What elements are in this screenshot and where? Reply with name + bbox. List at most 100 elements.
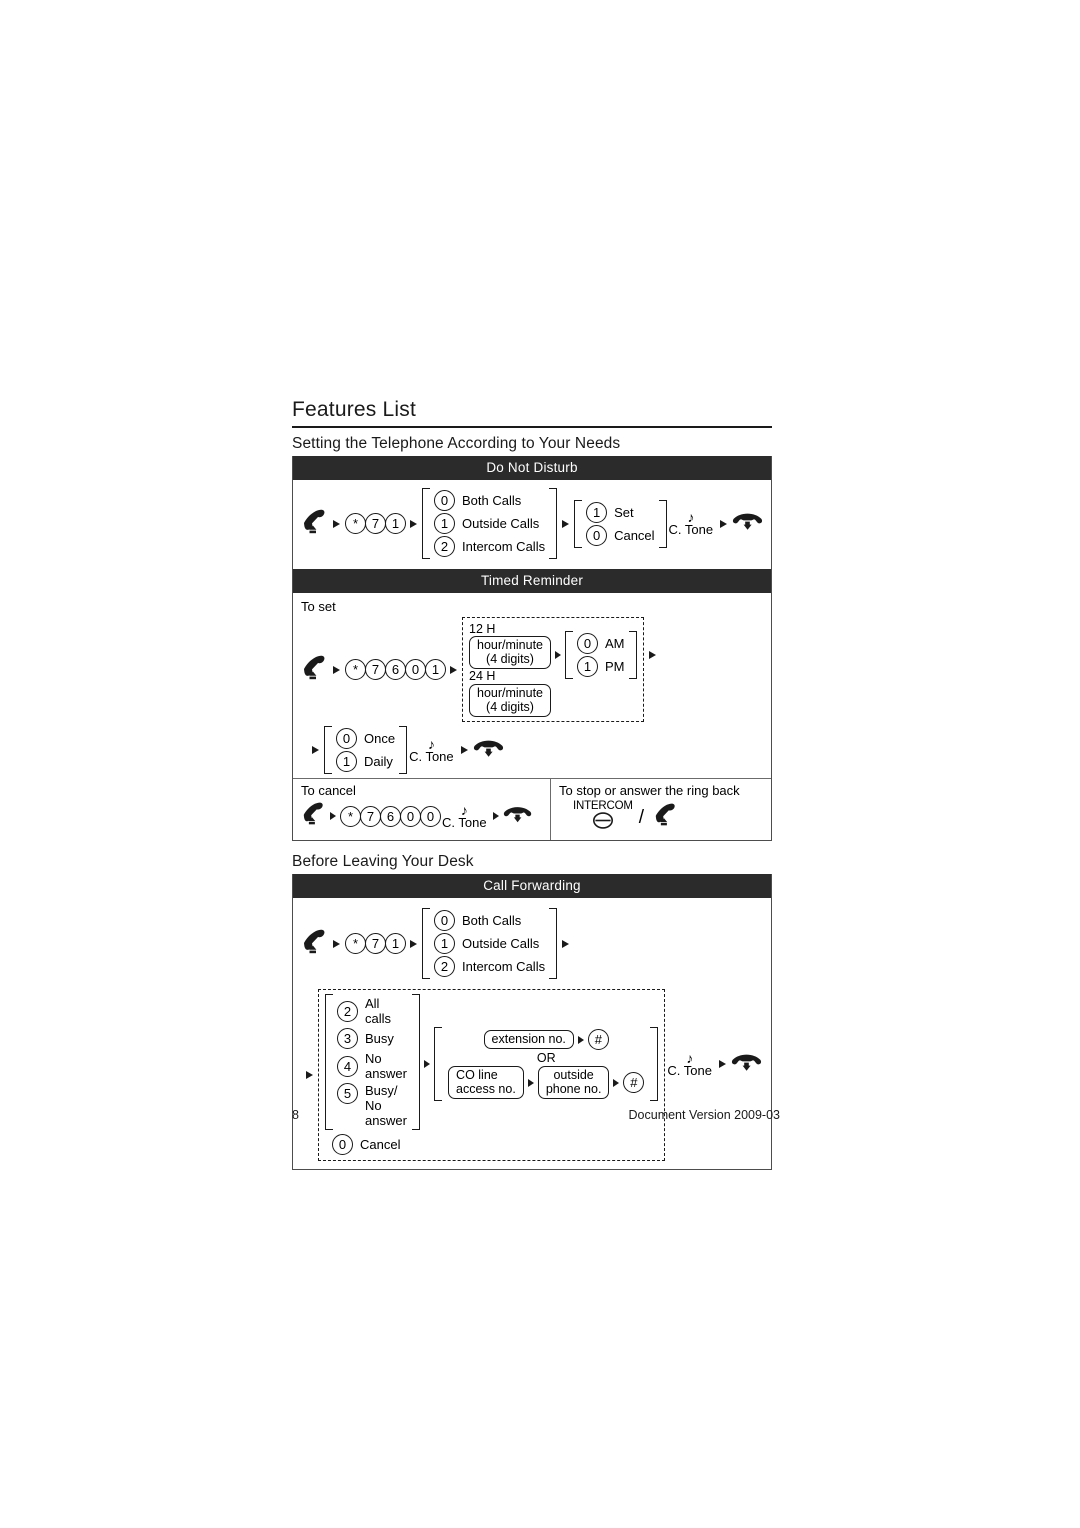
option-row: 4 No answer [337, 1050, 408, 1082]
key-4: 4 [337, 1055, 358, 1077]
option-row: 1 Set [586, 501, 654, 524]
option-label: Outside Calls [462, 936, 540, 951]
or-label: OR [536, 1051, 556, 1065]
lift-handset-icon [653, 802, 678, 832]
time-format-group: 12 H hour/minute (4 digits) 24 H hour/mi… [462, 617, 644, 722]
intercom-button[interactable]: INTERCOM [573, 800, 633, 834]
key-6: 6 [385, 659, 406, 680]
option-row: 0 Both Calls [434, 909, 545, 932]
feature-table-timed-reminder: Timed Reminder To set * 7 6 0 1 12 H hou… [292, 569, 772, 841]
feature-header-do-not-disturb: Do Not Disturb [293, 456, 771, 480]
option-row: 1 Daily [336, 750, 395, 773]
flow-arrow [333, 939, 340, 948]
option-row: 1 PM [577, 655, 625, 678]
option-label: Set [614, 504, 634, 520]
key-1: 1 [434, 933, 455, 954]
option-label: No answer [365, 1051, 407, 1081]
timed-reminder-cancel-cell: To cancel * 7 6 0 0 ♪ C. Tone [293, 779, 551, 840]
option-row: 3 Busy [337, 1027, 408, 1050]
key-0: 0 [434, 910, 455, 931]
flow-arrow [527, 1078, 534, 1087]
key-0: 0 [400, 805, 421, 827]
key-2: 2 [434, 956, 455, 977]
page-footer: 8 Document Version 2009-03 [292, 1108, 780, 1122]
confirmation-tone: ♪ C. Tone [409, 737, 454, 763]
flow-arrow [720, 519, 728, 528]
hang-up-handset-icon [503, 803, 533, 830]
hour-minute-12h-box: hour/minute (4 digits) [469, 636, 552, 669]
hour-minute-24h-box: hour/minute (4 digits) [469, 684, 552, 717]
option-row: 2 Intercom Calls [434, 955, 545, 978]
timed-reminder-cancel-code: * 7 6 0 0 [340, 805, 441, 827]
key-0: 0 [405, 659, 426, 680]
ampm-bracket: 0 AM 1 PM [565, 630, 637, 679]
option-row: 2 Intercom Calls [434, 535, 545, 558]
key-1: 1 [385, 513, 406, 534]
confirmation-tone-label: C. Tone [667, 1062, 712, 1078]
music-note-icon: ♪ [460, 801, 468, 818]
key-hash: # [587, 1029, 609, 1050]
to-set-label: To set [301, 599, 336, 614]
key-1: 1 [425, 659, 446, 680]
flow-arrow [648, 650, 656, 659]
key-0b: 0 [420, 805, 441, 827]
flow-arrow [333, 519, 340, 528]
flow-arrow [492, 812, 499, 820]
flow-arrow [410, 939, 417, 948]
confirmation-tone: ♪ C. Tone [668, 510, 714, 537]
key-3: 3 [337, 1028, 358, 1049]
confirmation-tone-label: C. Tone [442, 814, 487, 830]
cf-call-type-bracket: 0 Both Calls 1 Outside Calls 2 Intercom … [422, 908, 558, 979]
flow-arrow [306, 1071, 313, 1079]
confirmation-tone-label: C. Tone [668, 522, 714, 537]
option-row: 1 Outside Calls [434, 512, 545, 535]
to-cancel-label: To cancel [301, 783, 356, 798]
intercom-label: INTERCOM [573, 800, 633, 812]
option-row: 0 AM [577, 632, 625, 655]
confirmation-tone: ♪ C. Tone [667, 1051, 712, 1078]
key-6: 6 [380, 805, 401, 827]
lift-handset-icon [301, 801, 326, 831]
key-0: 0 [336, 728, 357, 749]
hang-up-handset-icon [732, 509, 764, 538]
ring-back-cell: To stop or answer the ring back INTERCOM… [551, 779, 771, 840]
option-row: 0 Cancel [586, 524, 655, 547]
key-2: 2 [337, 1000, 358, 1022]
feature-header-timed-reminder: Timed Reminder [293, 569, 771, 593]
timed-reminder-set-code: * 7 6 0 1 [345, 659, 446, 680]
key-star: * [345, 513, 366, 534]
extension-no-box: extension no. [483, 1030, 574, 1049]
option-label: Both Calls [462, 913, 522, 928]
dnd-call-type-bracket: 0 Both Calls 1 Outside Calls 2 Intercom … [422, 488, 558, 559]
intercom-key-icon [592, 812, 614, 834]
hang-up-handset-icon [731, 1050, 763, 1079]
key-5: 5 [337, 1083, 358, 1104]
key-7: 7 [365, 659, 386, 680]
co-line-access-no-box: CO line access no. [448, 1066, 524, 1099]
key-1: 1 [385, 933, 406, 954]
option-label: Cancel [614, 527, 655, 543]
format-24h-label: 24 H [469, 669, 496, 683]
call-forwarding-feature-code: * 7 1 [345, 933, 406, 954]
key-1: 1 [336, 751, 357, 772]
lift-handset-icon [301, 654, 328, 686]
flow-arrow [460, 746, 468, 754]
section-title-settings: Setting the Telephone According to Your … [292, 435, 621, 452]
flow-arrow [577, 1035, 584, 1044]
option-label: Outside Calls [462, 516, 540, 531]
option-label: Once [364, 731, 396, 746]
feature-table-do-not-disturb: Do Not Disturb * 7 1 0 Both Calls 1 Outs… [292, 456, 772, 570]
flow-arrow [562, 939, 570, 948]
feature-table-call-forwarding: Call Forwarding * 7 1 0 Both Calls 1 Out… [292, 874, 772, 1170]
frequency-bracket: 0 Once 1 Daily [324, 726, 408, 774]
document-version: Document Version 2009-03 [628, 1108, 780, 1122]
key-star: * [345, 933, 366, 954]
flow-arrow [312, 746, 319, 754]
flow-arrow [719, 1060, 726, 1068]
dnd-set-cancel-bracket: 1 Set 0 Cancel [574, 499, 667, 548]
key-hash: # [623, 1072, 645, 1093]
option-row: 0 Once [336, 727, 395, 750]
page-title: Features List [292, 398, 772, 428]
option-label: Intercom Calls [462, 539, 546, 554]
key-2: 2 [434, 536, 455, 557]
